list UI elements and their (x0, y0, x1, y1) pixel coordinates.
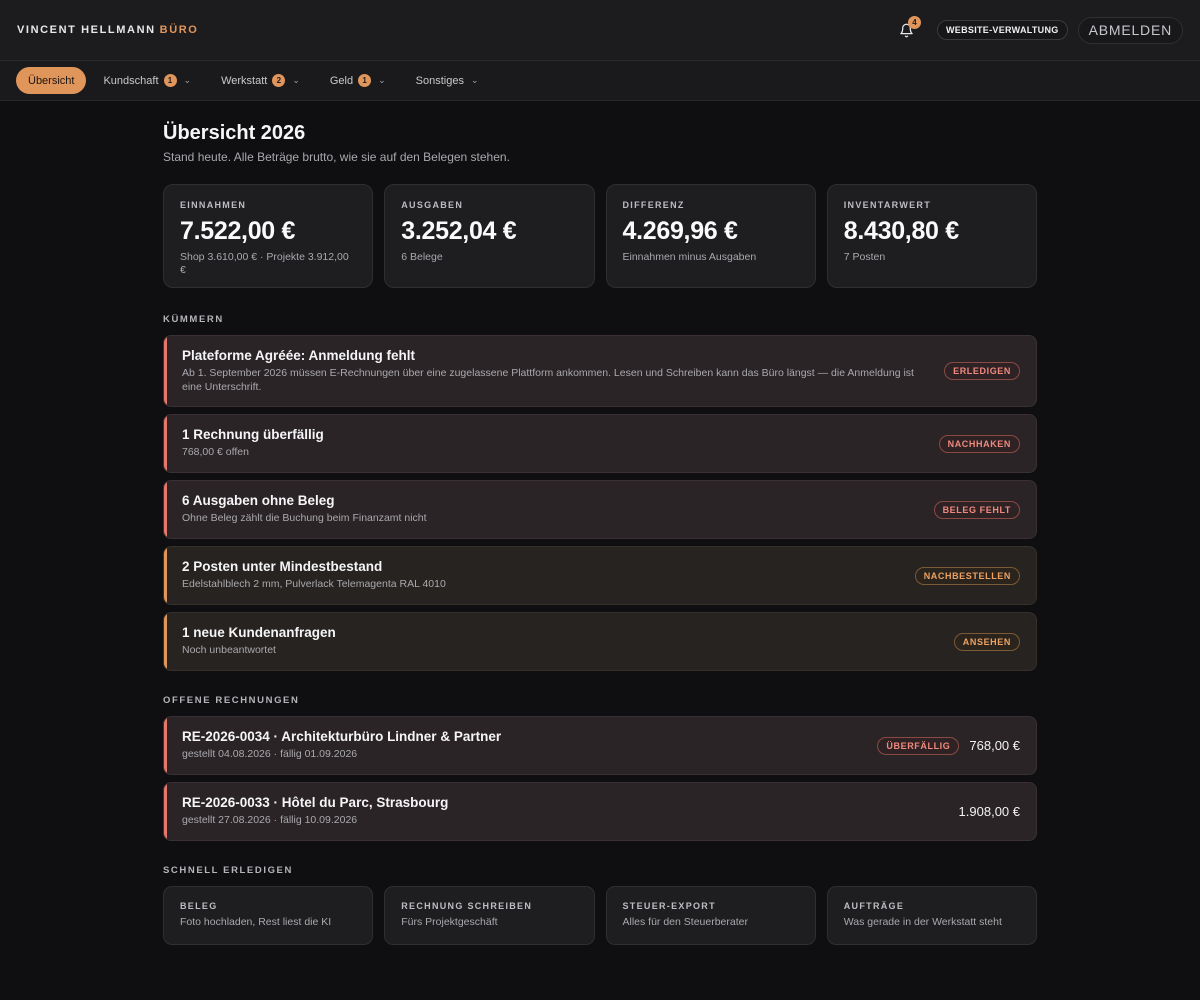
erledigen-button[interactable]: ERLEDIGEN (944, 362, 1020, 380)
brand-name: VINCENT HELLMANN (17, 24, 156, 36)
alert-title: 6 Ausgaben ohne Beleg (182, 493, 335, 509)
stat-note: Einnahmen minus Ausgaben (622, 251, 757, 263)
quick-action-text: Fürs Projektgeschäft (401, 916, 498, 928)
stat-card-inventarwert: INVENTARWERT 8.430,80 € 7 Posten (826, 184, 1037, 288)
nav-item-label: Werkstatt (221, 74, 268, 87)
stat-card-differenz: DIFFERENZ 4.269,96 € Einnahmen minus Aus… (605, 184, 816, 288)
stat-label: AUSGABEN (401, 200, 464, 210)
website-management-button[interactable]: WEBSITE-VERWALTUNG (937, 20, 1068, 40)
chevron-down-icon: ⌄ (292, 75, 300, 85)
invoice-amount: 768,00 € (969, 738, 1020, 753)
notifications-button[interactable]: 4 (891, 15, 921, 45)
stat-card-einnahmen: EINNAHMEN 7.522,00 € Shop 3.610,00 € · P… (163, 184, 374, 288)
beleg-fehlt-button[interactable]: BELEG FEHLT (933, 500, 1020, 519)
invoice-title: RE-2026-0034 · Architekturbüro Lindner &… (182, 729, 502, 745)
alert-text: Ohne Beleg zählt die Buchung beim Finanz… (182, 512, 427, 525)
nav-item-uebersicht[interactable]: Übersicht (16, 67, 87, 94)
alert-item[interactable]: Plateforme Agréée: Anmeldung fehlt Ab 1.… (163, 335, 1037, 407)
brand-logo[interactable]: VINCENT HELLMANN BÜRO (17, 24, 198, 36)
stat-value: 7.522,00 € (180, 217, 296, 245)
quick-action-auftraege[interactable]: AUFTRÄGE Was gerade in der Werkstatt ste… (826, 886, 1037, 945)
quick-action-beleg[interactable]: BELEG Foto hochladen, Rest liest die KI (163, 886, 374, 945)
stat-card-ausgaben: AUSGABEN 3.252,04 € 6 Belege (384, 184, 595, 288)
alert-title: 1 neue Kundenanfragen (182, 625, 336, 641)
section-heading-schnell-erledigen: SCHNELL ERLEDIGEN (163, 865, 293, 876)
stat-value: 4.269,96 € (622, 217, 738, 245)
alert-text: Noch unbeantwortet (182, 644, 276, 657)
nav-item-label: Übersicht (28, 74, 75, 87)
nav-item-label: Geld (329, 74, 354, 87)
logout-button[interactable]: ABMELDEN (1077, 16, 1183, 44)
chevron-down-icon: ⌄ (378, 75, 386, 85)
main-content: Übersicht 2026 Stand heute. Alle Beträge… (163, 101, 1037, 945)
chevron-down-icon: ⌄ (183, 75, 192, 85)
section-heading-kuemmern: KÜMMERN (163, 314, 224, 325)
alert-item[interactable]: 1 Rechnung überfällig 768,00 € offen NAC… (163, 414, 1037, 473)
stat-value: 8.430,80 € (843, 217, 959, 245)
quick-action-text: Foto hochladen, Rest liest die KI (180, 916, 332, 928)
invoice-title: RE-2026-0033 · Hôtel du Parc, Strasbourg (182, 795, 449, 811)
nav-item-label: Sonstiges (415, 74, 464, 87)
nav-count-badge: 2 (272, 74, 286, 87)
quick-action-text: Alles für den Steuerberater (622, 916, 749, 928)
quick-actions: BELEG Foto hochladen, Rest liest die KI … (163, 886, 1037, 945)
alert-item[interactable]: 6 Ausgaben ohne Beleg Ohne Beleg zählt d… (163, 480, 1037, 539)
nav-item-werkstatt[interactable]: Werkstatt 2 ⌄ (208, 67, 313, 94)
stats-row: EINNAHMEN 7.522,00 € Shop 3.610,00 € · P… (163, 184, 1037, 288)
quick-action-rechnung-schreiben[interactable]: RECHNUNG SCHREIBEN Fürs Projektgeschäft (384, 886, 595, 945)
invoice-row[interactable]: RE-2026-0033 · Hôtel du Parc, Strasbourg… (163, 782, 1037, 841)
section-heading-offene-rechnungen: OFFENE RECHNUNGEN (163, 695, 300, 706)
brand-accent: BÜRO (159, 24, 199, 36)
nav-item-sonstiges[interactable]: Sonstiges ⌄ (403, 67, 492, 94)
quick-action-title: AUFTRÄGE (843, 901, 905, 911)
alert-item[interactable]: 1 neue Kundenanfragen Noch unbeantwortet… (163, 612, 1037, 671)
chevron-down-icon: ⌄ (470, 75, 479, 85)
quick-action-text: Was gerade in der Werkstatt steht (843, 916, 1002, 928)
stat-note: Shop 3.610,00 € · Projekte 3.912,00 € (180, 251, 349, 277)
ansehen-button[interactable]: ANSEHEN (953, 632, 1020, 651)
invoice-amount: 1.908,00 € (958, 804, 1020, 819)
stat-note: 7 Posten (843, 251, 886, 263)
alert-title: 2 Posten unter Mindestbestand (182, 559, 383, 575)
alert-text: Edelstahlblech 2 mm, Pulverlack Telemage… (182, 578, 446, 591)
nav-count-badge: 1 (358, 74, 372, 87)
quick-action-title: RECHNUNG SCHREIBEN (401, 901, 533, 911)
notification-count-badge: 4 (908, 16, 921, 29)
quick-action-title: STEUER-EXPORT (622, 901, 716, 911)
alert-title: Plateforme Agréée: Anmeldung fehlt (182, 348, 416, 364)
alert-text: 768,00 € offen (182, 446, 249, 459)
top-bar: VINCENT HELLMANN BÜRO 4 WEBSITE-VERWALTUN… (0, 0, 1200, 61)
page-title: Übersicht 2026 (163, 122, 306, 144)
alert-text: Ab 1. September 2026 müssen E-Rechnungen… (182, 367, 914, 393)
nav-item-geld[interactable]: Geld 1 ⌄ (317, 67, 399, 94)
invoice-meta: gestellt 27.08.2026 · fällig 10.09.2026 (182, 814, 358, 827)
stat-label: EINNAHMEN (180, 200, 247, 210)
quick-action-title: BELEG (180, 901, 218, 911)
invoice-meta: gestellt 04.08.2026 · fällig 01.09.2026 (182, 748, 358, 761)
main-nav: Übersicht Kundschaft 1 ⌄ Werkstatt 2 ⌄ G… (0, 61, 1200, 101)
stat-note: 6 Belege (401, 251, 443, 263)
nav-count-badge: 1 (163, 74, 177, 87)
invoice-row[interactable]: RE-2026-0034 · Architekturbüro Lindner &… (163, 716, 1037, 775)
nachhaken-button[interactable]: NACHHAKEN (938, 434, 1020, 453)
quick-action-steuer-export[interactable]: STEUER-EXPORT Alles für den Steuerberate… (605, 886, 816, 945)
stat-label: INVENTARWERT (843, 200, 932, 210)
stat-label: DIFFERENZ (622, 200, 685, 210)
alert-item[interactable]: 2 Posten unter Mindestbestand Edelstahlb… (163, 546, 1037, 605)
alert-title: 1 Rechnung überfällig (182, 427, 324, 443)
nav-item-kundschaft[interactable]: Kundschaft 1 ⌄ (90, 67, 204, 94)
page-subtitle: Stand heute. Alle Beträge brutto, wie si… (163, 150, 510, 164)
overdue-status-badge: ÜBERFÄLLIG (877, 736, 960, 755)
nav-item-label: Kundschaft (103, 74, 159, 87)
stat-value: 3.252,04 € (401, 217, 517, 245)
nachbestellen-button[interactable]: NACHBESTELLEN (914, 566, 1020, 585)
